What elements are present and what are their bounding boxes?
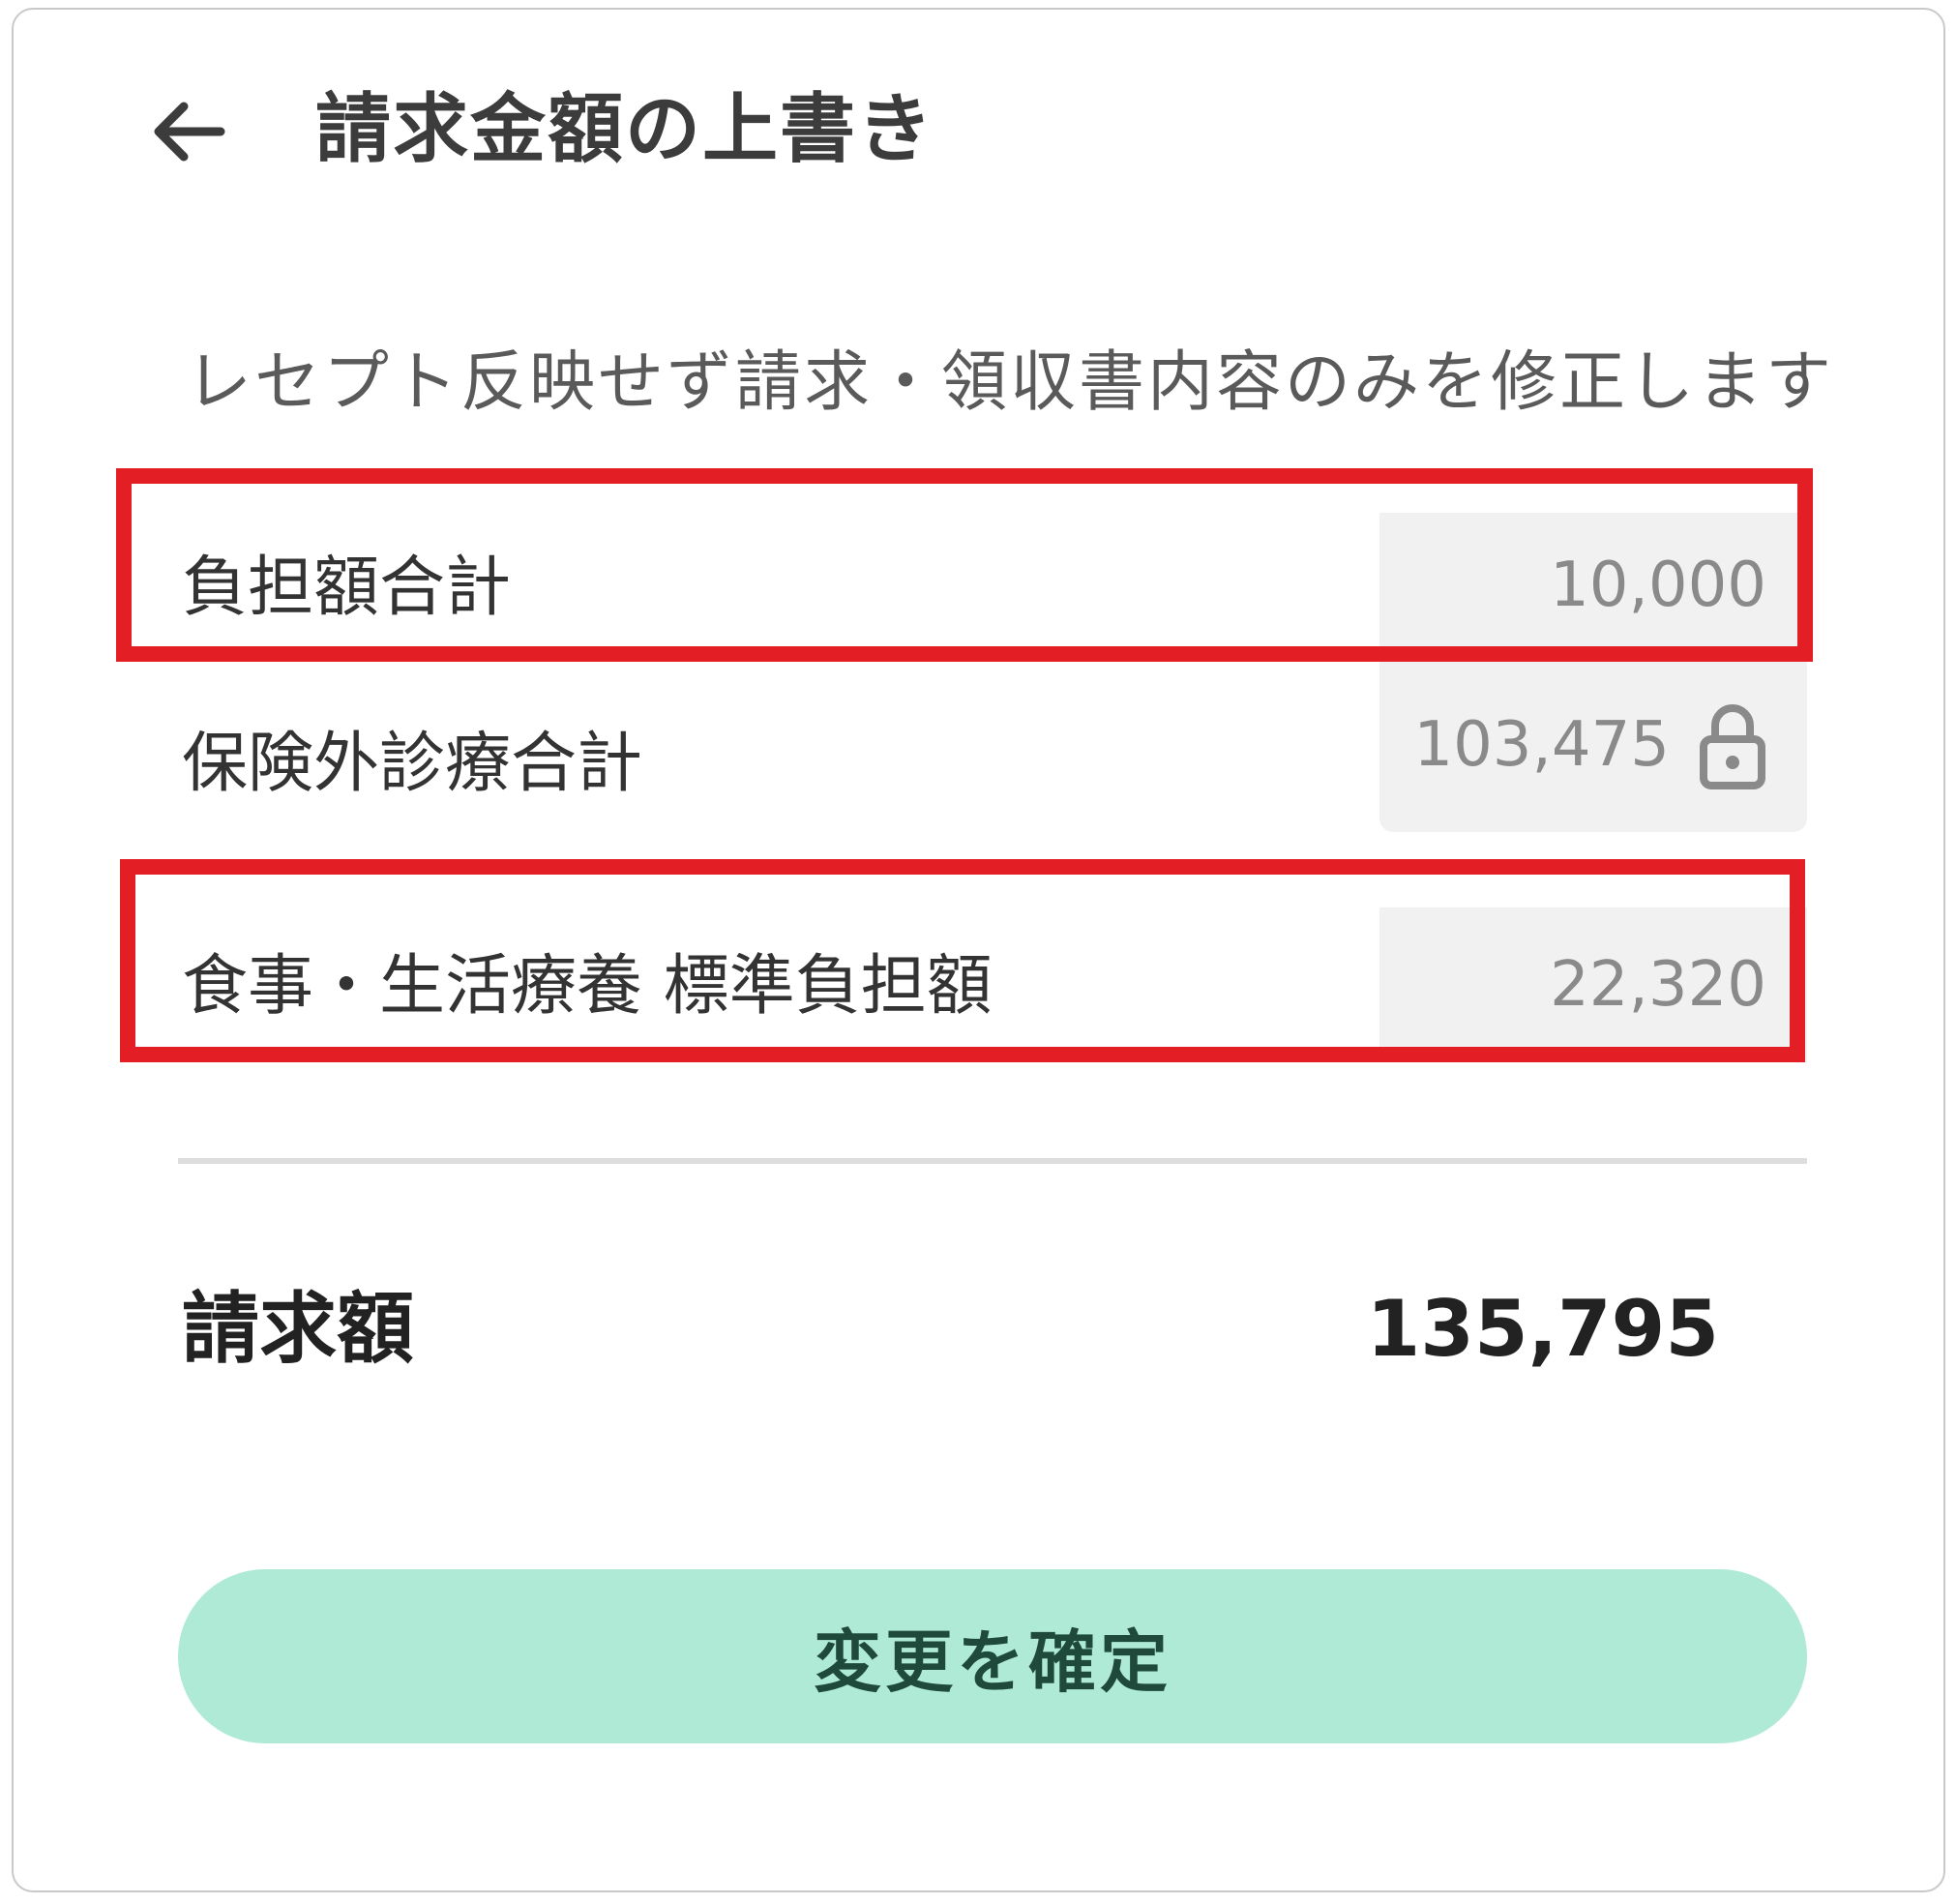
copay-total-input[interactable]: 10,000 — [1379, 513, 1807, 658]
field-label: 保険外診療合計 — [182, 726, 643, 802]
field-label: 負担額合計 — [182, 550, 512, 626]
non-insured-total-input: 103,475 — [1379, 658, 1807, 832]
confirm-changes-button[interactable]: 変更を確定 — [178, 1569, 1807, 1743]
field-value: 22,320 — [1550, 949, 1766, 1021]
field-value: 10,000 — [1550, 550, 1766, 621]
lock-icon — [1700, 704, 1765, 789]
page-title: 請求金額の上書き — [315, 86, 935, 173]
field-row-copay-total: 負担額合計 10,000 — [176, 513, 1807, 658]
description-text: レセプト反映せず請求・領収書内容のみを修正します — [186, 344, 1835, 421]
back-button[interactable] — [149, 95, 226, 168]
field-row-non-insured-total: 保険外診療合計 103,475 — [176, 658, 1807, 832]
meal-standard-burden-input[interactable]: 22,320 — [1379, 907, 1807, 1062]
override-billing-dialog: 請求金額の上書き レセプト反映せず請求・領収書内容のみを修正します 負担額合計 … — [12, 8, 1945, 1892]
total-label: 請求額 — [182, 1284, 414, 1374]
arrow-left-icon — [154, 102, 225, 162]
total-value: 135,795 — [1366, 1284, 1719, 1374]
divider — [178, 1158, 1807, 1164]
field-value: 103,475 — [1413, 709, 1670, 781]
field-row-meal-standard-burden: 食事・生活療養 標準負担額 22,320 — [176, 898, 1807, 1062]
field-label: 食事・生活療養 標準負担額 — [182, 948, 993, 1025]
